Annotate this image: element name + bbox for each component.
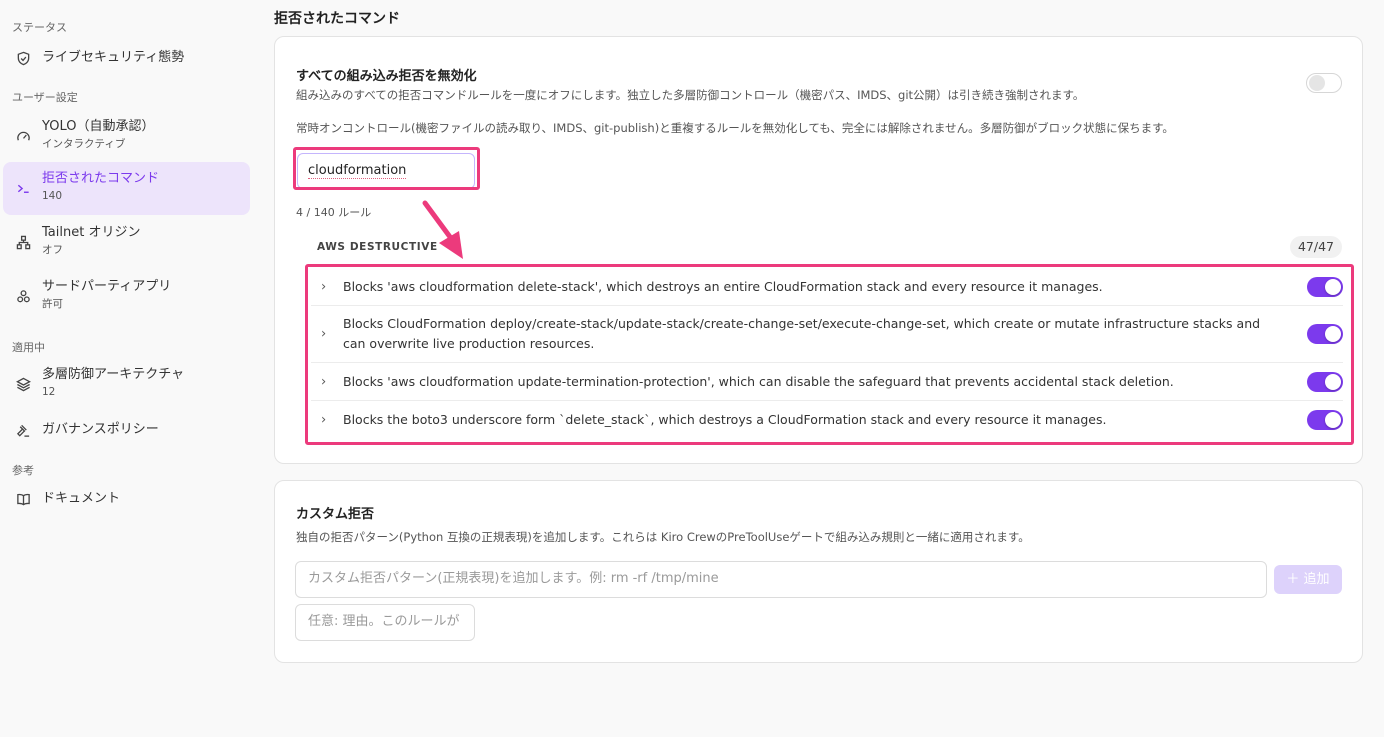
apps-icon	[15, 288, 31, 304]
sidebar-item-label: Tailnet オリジン	[42, 225, 141, 240]
sidebar-item-label: ドキュメント	[42, 491, 121, 506]
group-count-badge: 47/47	[1289, 236, 1342, 258]
toggle-knob	[1325, 326, 1341, 342]
disable-builtin-card: すべての組み込み拒否を無効化 組み込みのすべての拒否コマンドルールを一度にオフに…	[274, 36, 1363, 464]
toggle-knob	[1309, 75, 1325, 91]
rule-toggle[interactable]	[1307, 371, 1343, 392]
sidebar-item-third-party-apps[interactable]: サードパーティアプリ 許可	[3, 276, 250, 316]
gavel-icon	[15, 422, 31, 438]
sidebar-item-label: 多層防御アーキテクチャ	[42, 367, 185, 382]
sidebar-item-sub: 許可	[42, 298, 63, 310]
sidebar-item-label: 拒否されたコマンド	[42, 171, 160, 186]
rule-count: 4 / 140 ルール	[296, 206, 372, 219]
sidebar-item-governance-policy[interactable]: ガバナンスポリシー	[3, 416, 250, 444]
terminal-icon	[15, 181, 31, 197]
sidebar-item-sub: 140	[42, 190, 63, 202]
rule-row[interactable]: › Blocks CloudFormation deploy/create-st…	[311, 306, 1343, 363]
chevron-right-icon[interactable]: ›	[321, 280, 326, 295]
chevron-right-icon[interactable]: ›	[321, 413, 326, 428]
sidebar-item-denied-commands[interactable]: 拒否されたコマンド 140	[3, 162, 250, 215]
custom-deny-title: カスタム拒否	[296, 507, 375, 522]
rule-toggle[interactable]	[1307, 324, 1343, 344]
page-title: 拒否されたコマンド	[274, 11, 400, 27]
layers-icon	[15, 376, 31, 392]
add-button[interactable]: ＋ 追加	[1274, 565, 1342, 594]
annotation-highlight-search	[293, 147, 480, 190]
rule-text: Blocks CloudFormation deploy/create-stac…	[343, 316, 1261, 351]
rule-row[interactable]: › Blocks 'aws cloudformation update-term…	[311, 363, 1343, 401]
sidebar-item-sub: 12	[42, 386, 56, 398]
reason-input[interactable]: 任意: 理由。このルールが	[295, 604, 475, 641]
custom-deny-card: カスタム拒否 独自の拒否パターン(Python 互換の正規表現)を追加します。こ…	[274, 480, 1363, 663]
sidebar-item-docs[interactable]: ドキュメント	[3, 485, 250, 513]
sidebar-item-yolo[interactable]: YOLO（自動承認） インタラクティブ	[3, 116, 250, 156]
always-on-note: 常時オンコントロール(機密ファイルの読み取り、IMDS、git-publish)…	[296, 121, 1174, 135]
toggle-knob	[1325, 412, 1341, 428]
toggle-knob	[1325, 279, 1341, 295]
sidebar-item-label: サードパーティアプリ	[42, 279, 172, 294]
annotation-arrow	[422, 200, 463, 259]
rule-text: Blocks 'aws cloudformation update-termin…	[343, 373, 1174, 389]
disable-all-toggle[interactable]	[1306, 73, 1342, 93]
sidebar-item-live-security[interactable]: ライブセキュリティ態勢	[3, 44, 250, 72]
shield-icon	[15, 50, 31, 66]
book-icon	[15, 491, 31, 507]
rule-text: Blocks 'aws cloudformation delete-stack'…	[343, 279, 1103, 294]
toggle-knob	[1325, 373, 1341, 390]
sidebar: ステータス ライブセキュリティ態勢 ユーザー設定 YOLO（自動承認） インタラ…	[0, 0, 258, 737]
gauge-icon	[15, 128, 31, 144]
custom-deny-desc: 独自の拒否パターン(Python 互換の正規表現)を追加します。これらは Kir…	[296, 530, 1030, 544]
disable-all-desc: 組み込みのすべての拒否コマンドルールを一度にオフにします。独立した多層防御コント…	[296, 88, 1085, 102]
section-label-applied: 適用中	[12, 341, 45, 354]
custom-pattern-input[interactable]: カスタム拒否パターン(正規表現)を追加します。例: rm -rf /tmp/mi…	[295, 561, 1267, 598]
sidebar-item-label: ライブセキュリティ態勢	[42, 50, 185, 65]
sidebar-item-tailnet[interactable]: Tailnet オリジン オフ	[3, 222, 250, 262]
chevron-right-icon[interactable]: ›	[321, 327, 326, 342]
group-label: AWS DESTRUCTIVE	[317, 241, 438, 253]
rule-row[interactable]: › Blocks the boto3 underscore form `dele…	[311, 401, 1343, 439]
sidebar-item-label: YOLO（自動承認）	[42, 119, 155, 134]
rule-text: Blocks the boto3 underscore form `delete…	[343, 412, 1107, 427]
rule-toggle[interactable]	[1307, 410, 1343, 430]
section-label-status: ステータス	[12, 21, 67, 34]
sidebar-item-label: ガバナンスポリシー	[42, 422, 159, 437]
disable-all-title: すべての組み込み拒否を無効化	[296, 69, 477, 84]
sidebar-item-sub: オフ	[42, 244, 63, 256]
network-icon	[15, 234, 31, 250]
section-label-user-settings: ユーザー設定	[12, 91, 78, 104]
rule-toggle[interactable]	[1307, 277, 1343, 297]
section-label-reference: 参考	[12, 464, 34, 477]
sidebar-item-defense-in-depth[interactable]: 多層防御アーキテクチャ 12	[3, 364, 250, 404]
sidebar-item-sub: インタラクティブ	[42, 138, 126, 150]
rule-row[interactable]: › Blocks 'aws cloudformation delete-stac…	[311, 269, 1343, 306]
chevron-right-icon[interactable]: ›	[321, 374, 326, 389]
